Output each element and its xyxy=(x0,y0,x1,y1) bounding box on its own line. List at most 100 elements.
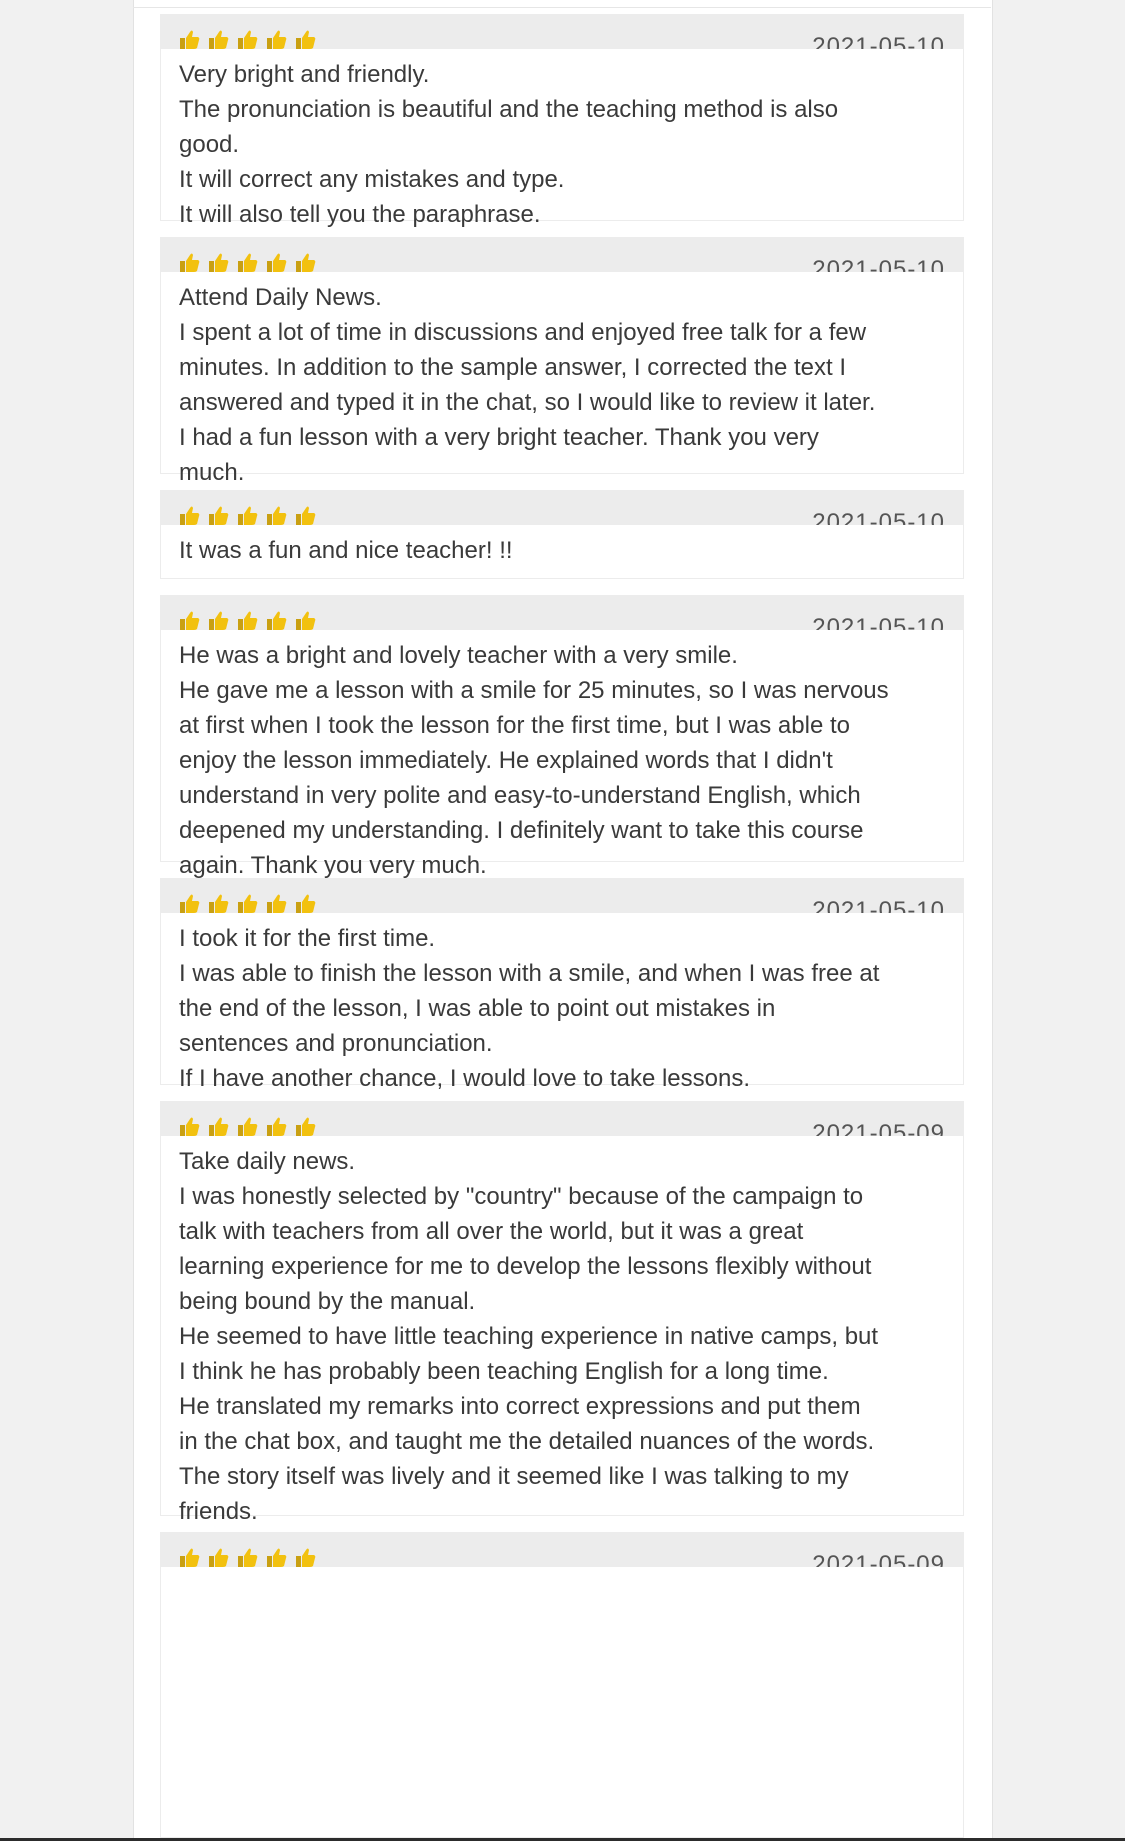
review-line: Take daily news. xyxy=(179,1148,356,1175)
thumbs-up-icon xyxy=(238,1117,258,1136)
review-text: I took it for the first time. I was able … xyxy=(161,913,963,1110)
thumbs-up-icon xyxy=(267,506,287,525)
thumbs-up-icon xyxy=(238,611,258,630)
review-line: being bound by the manual. xyxy=(179,1288,476,1315)
thumbs-up-icon xyxy=(267,894,287,913)
review-line: I think he has probably been teaching En… xyxy=(179,1358,829,1385)
review-line: The pronunciation is beautiful and the t… xyxy=(179,96,839,123)
thumbs-up-icon xyxy=(209,611,229,630)
review-line: He seemed to have little teaching experi… xyxy=(179,1323,879,1350)
thumbs-up-icon xyxy=(180,30,200,49)
review-header: 2021-05-10 xyxy=(161,491,963,525)
review-line: much. xyxy=(179,459,245,486)
rating-thumbs xyxy=(179,29,324,49)
review-line: He was a bright and lovely teacher with … xyxy=(179,642,738,669)
review-date: 2021-05-10 xyxy=(812,897,945,913)
review-header: 2021-05-10 xyxy=(161,238,963,272)
rating-thumbs xyxy=(179,1547,324,1567)
review-line: Very bright and friendly. xyxy=(179,61,430,88)
review-header: 2021-05-09 xyxy=(161,1102,963,1136)
review-line: If I have another chance, I would love t… xyxy=(179,1065,751,1092)
thumbs-up-icon xyxy=(267,1548,287,1567)
review-text: Attend Daily News. I spent a lot of time … xyxy=(161,272,963,504)
thumbs-up-icon xyxy=(296,253,316,272)
review-text: Very bright and friendly. The pronunciati… xyxy=(161,49,963,246)
review-line: talk with teachers from all over the wor… xyxy=(179,1218,804,1245)
review-line: It will correct any mistakes and type. xyxy=(179,166,565,193)
review-line: I spent a lot of time in discussions and… xyxy=(179,319,867,346)
thumbs-up-icon xyxy=(238,1548,258,1567)
review-date: 2021-05-10 xyxy=(812,256,945,272)
thumbs-up-icon xyxy=(267,611,287,630)
review-card: 2021-05-09 Take daily news. I was honestl… xyxy=(160,1101,964,1560)
thumbs-up-icon xyxy=(238,30,258,49)
review-line: learning experience for me to develop th… xyxy=(179,1253,872,1280)
review-line: sentences and pronunciation. xyxy=(179,1030,493,1057)
thumbs-up-icon xyxy=(238,506,258,525)
thumbs-up-icon xyxy=(180,1548,200,1567)
review-line: friends. xyxy=(179,1498,258,1525)
thumbs-up-icon xyxy=(296,1117,316,1136)
review-date: 2021-05-10 xyxy=(812,509,945,525)
review-line: understand in very polite and easy-to-un… xyxy=(179,782,861,809)
review-line: It will also tell you the paraphrase. xyxy=(179,201,541,228)
review-line: minutes. In addition to the sample answe… xyxy=(179,354,847,381)
review-line: at first when I took the lesson for the … xyxy=(179,712,850,739)
thumbs-up-icon xyxy=(180,1117,200,1136)
rating-thumbs xyxy=(179,1116,324,1136)
thumbs-up-icon xyxy=(238,253,258,272)
thumbs-up-icon xyxy=(296,506,316,525)
thumbs-up-icon xyxy=(296,30,316,49)
review-line: The story itself was lively and it seeme… xyxy=(179,1463,849,1490)
review-line: enjoy the lesson immediately. He explain… xyxy=(179,747,833,774)
review-line: I was honestly selected by "country" bec… xyxy=(179,1183,864,1210)
review-date: 2021-05-09 xyxy=(812,1120,945,1136)
review-card: 2021-05-10 He was a bright and lovely te… xyxy=(160,595,964,879)
review-line: the end of the lesson, I was able to poi… xyxy=(179,995,776,1022)
review-card: 2021-05-10 I took it for the first time.… xyxy=(160,878,964,1092)
thumbs-up-icon xyxy=(296,1548,316,1567)
review-header: 2021-05-09 xyxy=(161,1533,963,1567)
rating-thumbs xyxy=(179,610,324,630)
review-header: 2021-05-10 xyxy=(161,596,963,630)
rating-thumbs xyxy=(179,505,324,525)
thumbs-up-icon xyxy=(267,253,287,272)
review-line: He translated my remarks into correct ex… xyxy=(179,1393,861,1420)
thumbs-up-icon xyxy=(180,506,200,525)
review-line: good. xyxy=(179,131,240,158)
review-card: 2021-05-10 It was a fun and nice teacher… xyxy=(160,490,964,579)
thumbs-up-icon xyxy=(180,253,200,272)
thumbs-up-icon xyxy=(209,253,229,272)
review-line: Attend Daily News. xyxy=(179,284,382,311)
review-line: I took it for the first time. xyxy=(179,925,436,952)
divider xyxy=(133,7,991,8)
review-line: I had a fun lesson with a very bright te… xyxy=(179,424,819,451)
review-text: Take daily news. I was honestly selected … xyxy=(161,1136,963,1578)
review-line: answered and typed it in the chat, so I … xyxy=(179,389,876,416)
thumbs-up-icon xyxy=(180,611,200,630)
review-line: deepened my understanding. I definitely … xyxy=(179,817,864,844)
thumbs-up-icon xyxy=(296,611,316,630)
review-line: He gave me a lesson with a smile for 25 … xyxy=(179,677,889,704)
review-card: 2021-05-09 xyxy=(160,1532,964,1838)
thumbs-up-icon xyxy=(209,1548,229,1567)
review-line: It was a fun and nice teacher! !! xyxy=(179,537,513,564)
review-text: It was a fun and nice teacher! !! xyxy=(161,525,963,582)
thumbs-up-icon xyxy=(238,894,258,913)
thumbs-up-icon xyxy=(209,30,229,49)
thumbs-up-icon xyxy=(209,506,229,525)
review-line: I was able to finish the lesson with a s… xyxy=(179,960,880,987)
review-card: 2021-05-10 Very bright and friendly. The … xyxy=(160,14,964,228)
review-card: 2021-05-10 Attend Daily News. I spent a l… xyxy=(160,237,964,486)
thumbs-up-icon xyxy=(267,1117,287,1136)
rating-thumbs xyxy=(179,252,324,272)
review-line: in the chat box, and taught me the detai… xyxy=(179,1428,875,1455)
review-date: 2021-05-10 xyxy=(812,33,945,49)
thumbs-up-icon xyxy=(296,894,316,913)
thumbs-up-icon xyxy=(209,894,229,913)
thumbs-up-icon xyxy=(209,1117,229,1136)
review-text xyxy=(161,1567,963,1589)
review-header: 2021-05-10 xyxy=(161,879,963,913)
review-date: 2021-05-10 xyxy=(812,614,945,630)
review-date: 2021-05-09 xyxy=(812,1551,945,1567)
